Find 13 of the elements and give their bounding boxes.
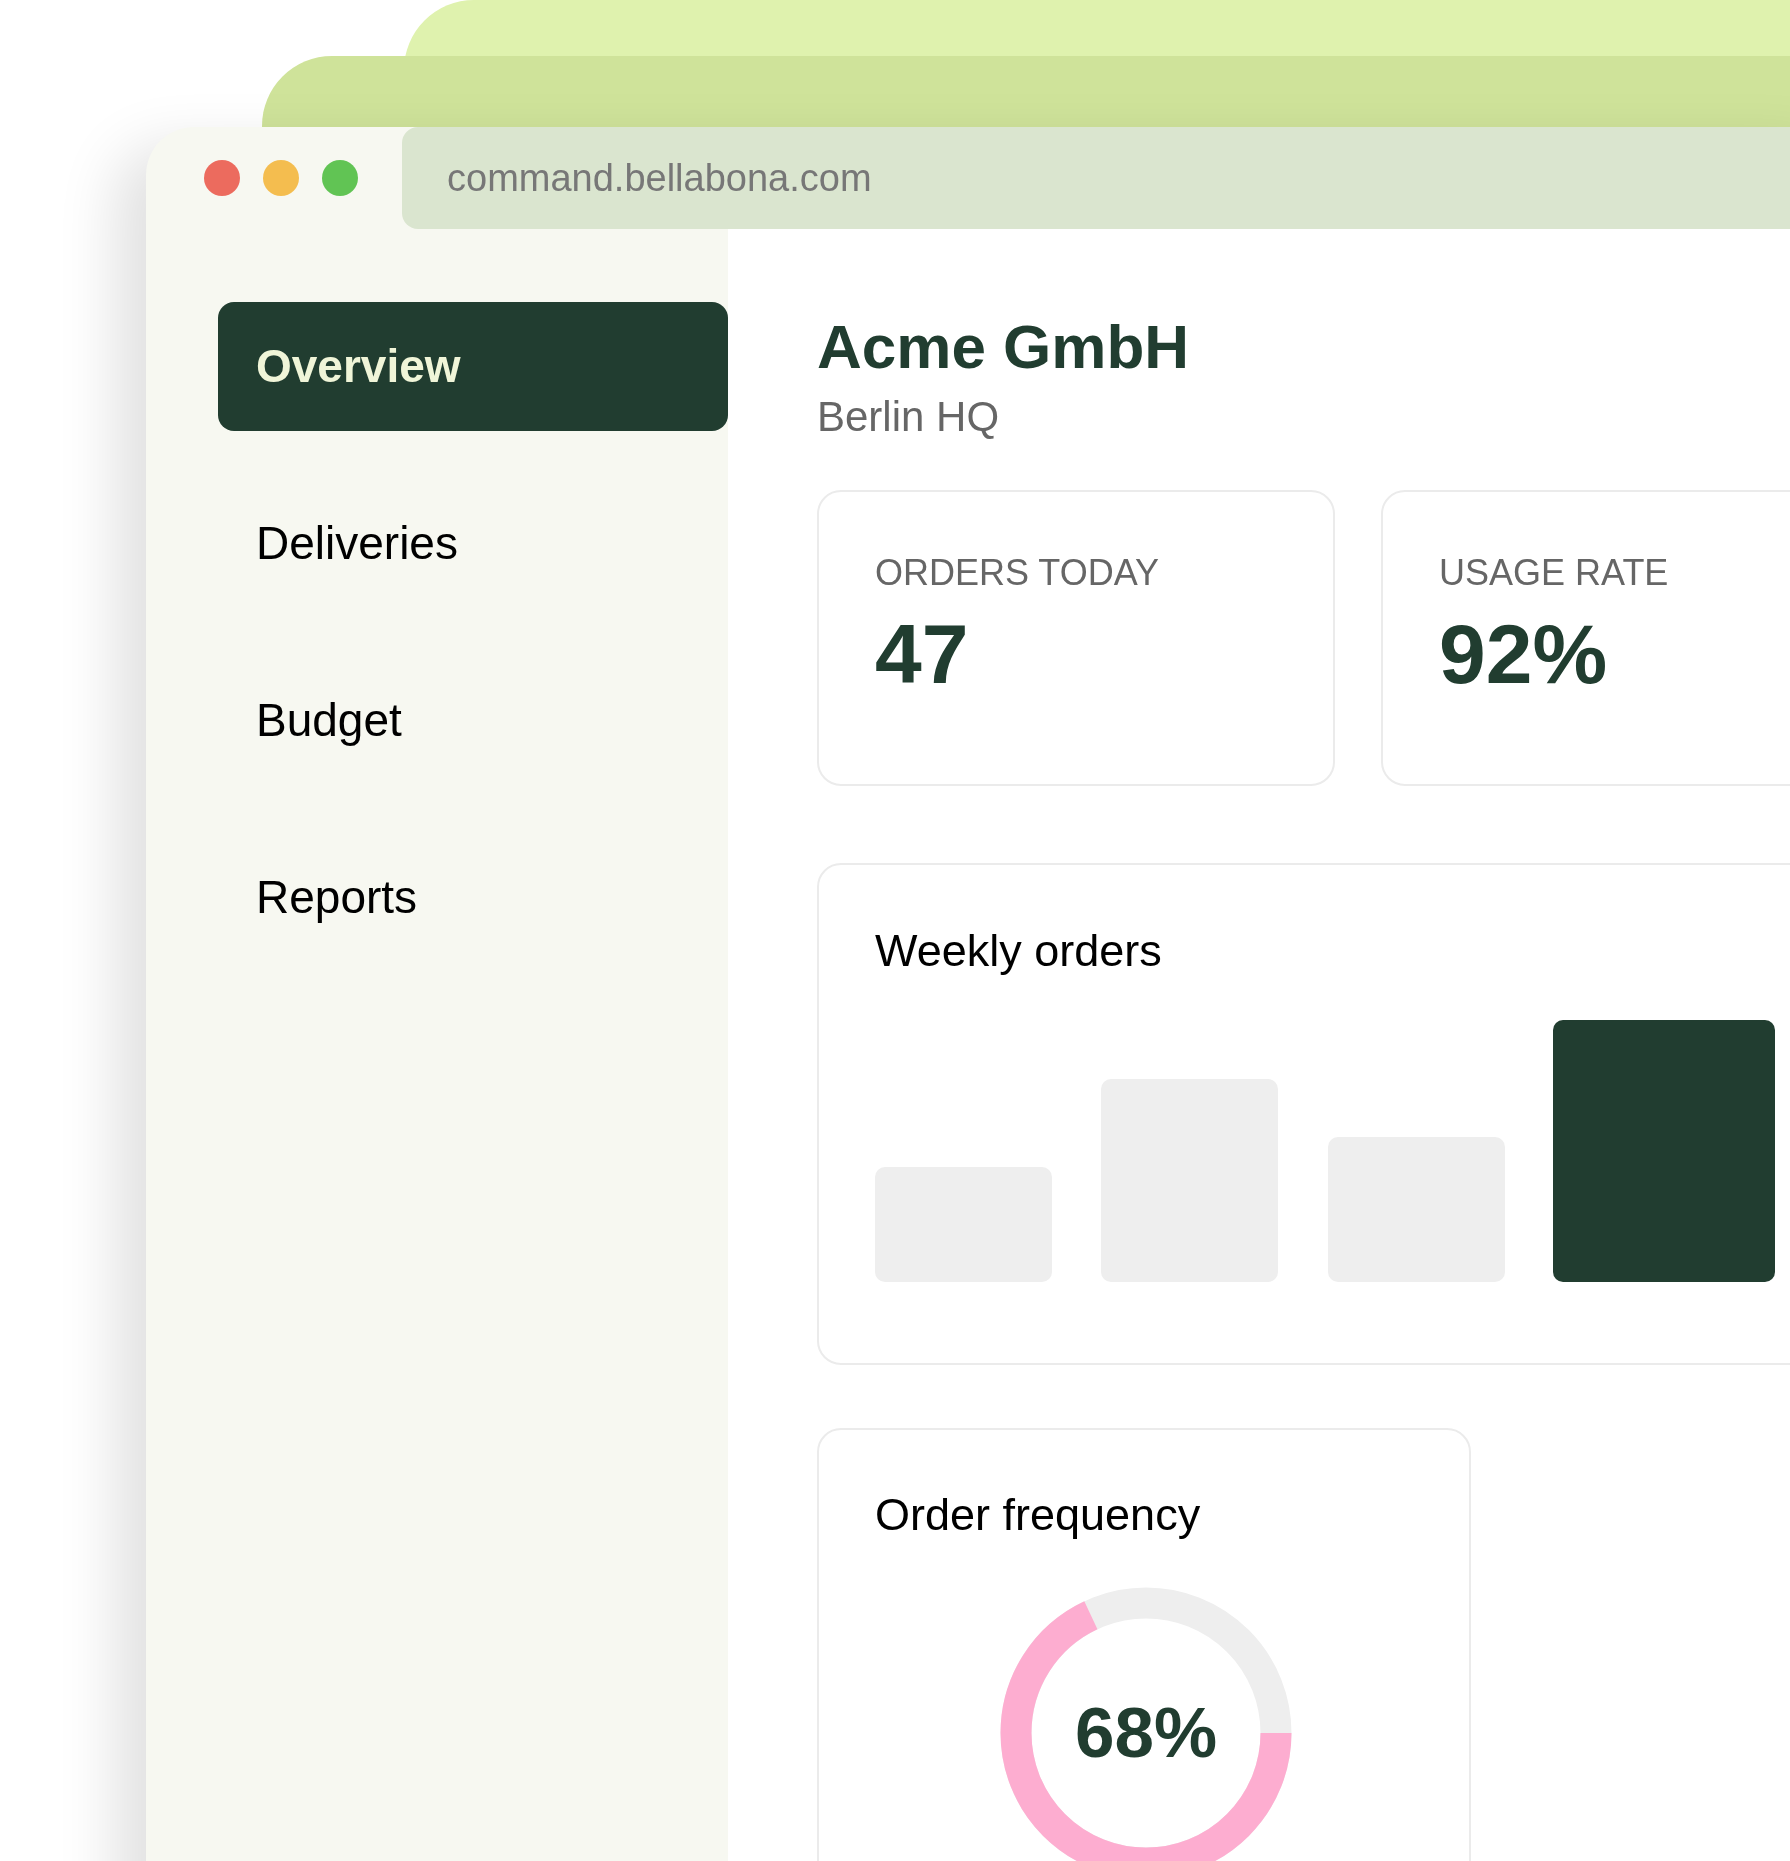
stat-label: ORDERS TODAY (875, 551, 1161, 595)
donut-reading: 68% (1074, 1691, 1218, 1774)
stat-value: 92% (1439, 606, 1609, 702)
stat-label: USAGE RATE (1439, 551, 1670, 595)
stat-value: 47 (875, 606, 970, 702)
company-title: Acme GmbH (817, 311, 1191, 383)
nav-item[interactable]: Overview (218, 302, 728, 431)
nav-item[interactable]: Deliveries (218, 479, 728, 608)
card-title: Weekly orders (875, 924, 1163, 978)
card-title: Order frequency (875, 1488, 1202, 1542)
nav-item[interactable]: Budget (218, 656, 728, 785)
nav-item[interactable]: Reports (218, 833, 728, 962)
location-subtitle: Berlin HQ (817, 392, 1001, 442)
